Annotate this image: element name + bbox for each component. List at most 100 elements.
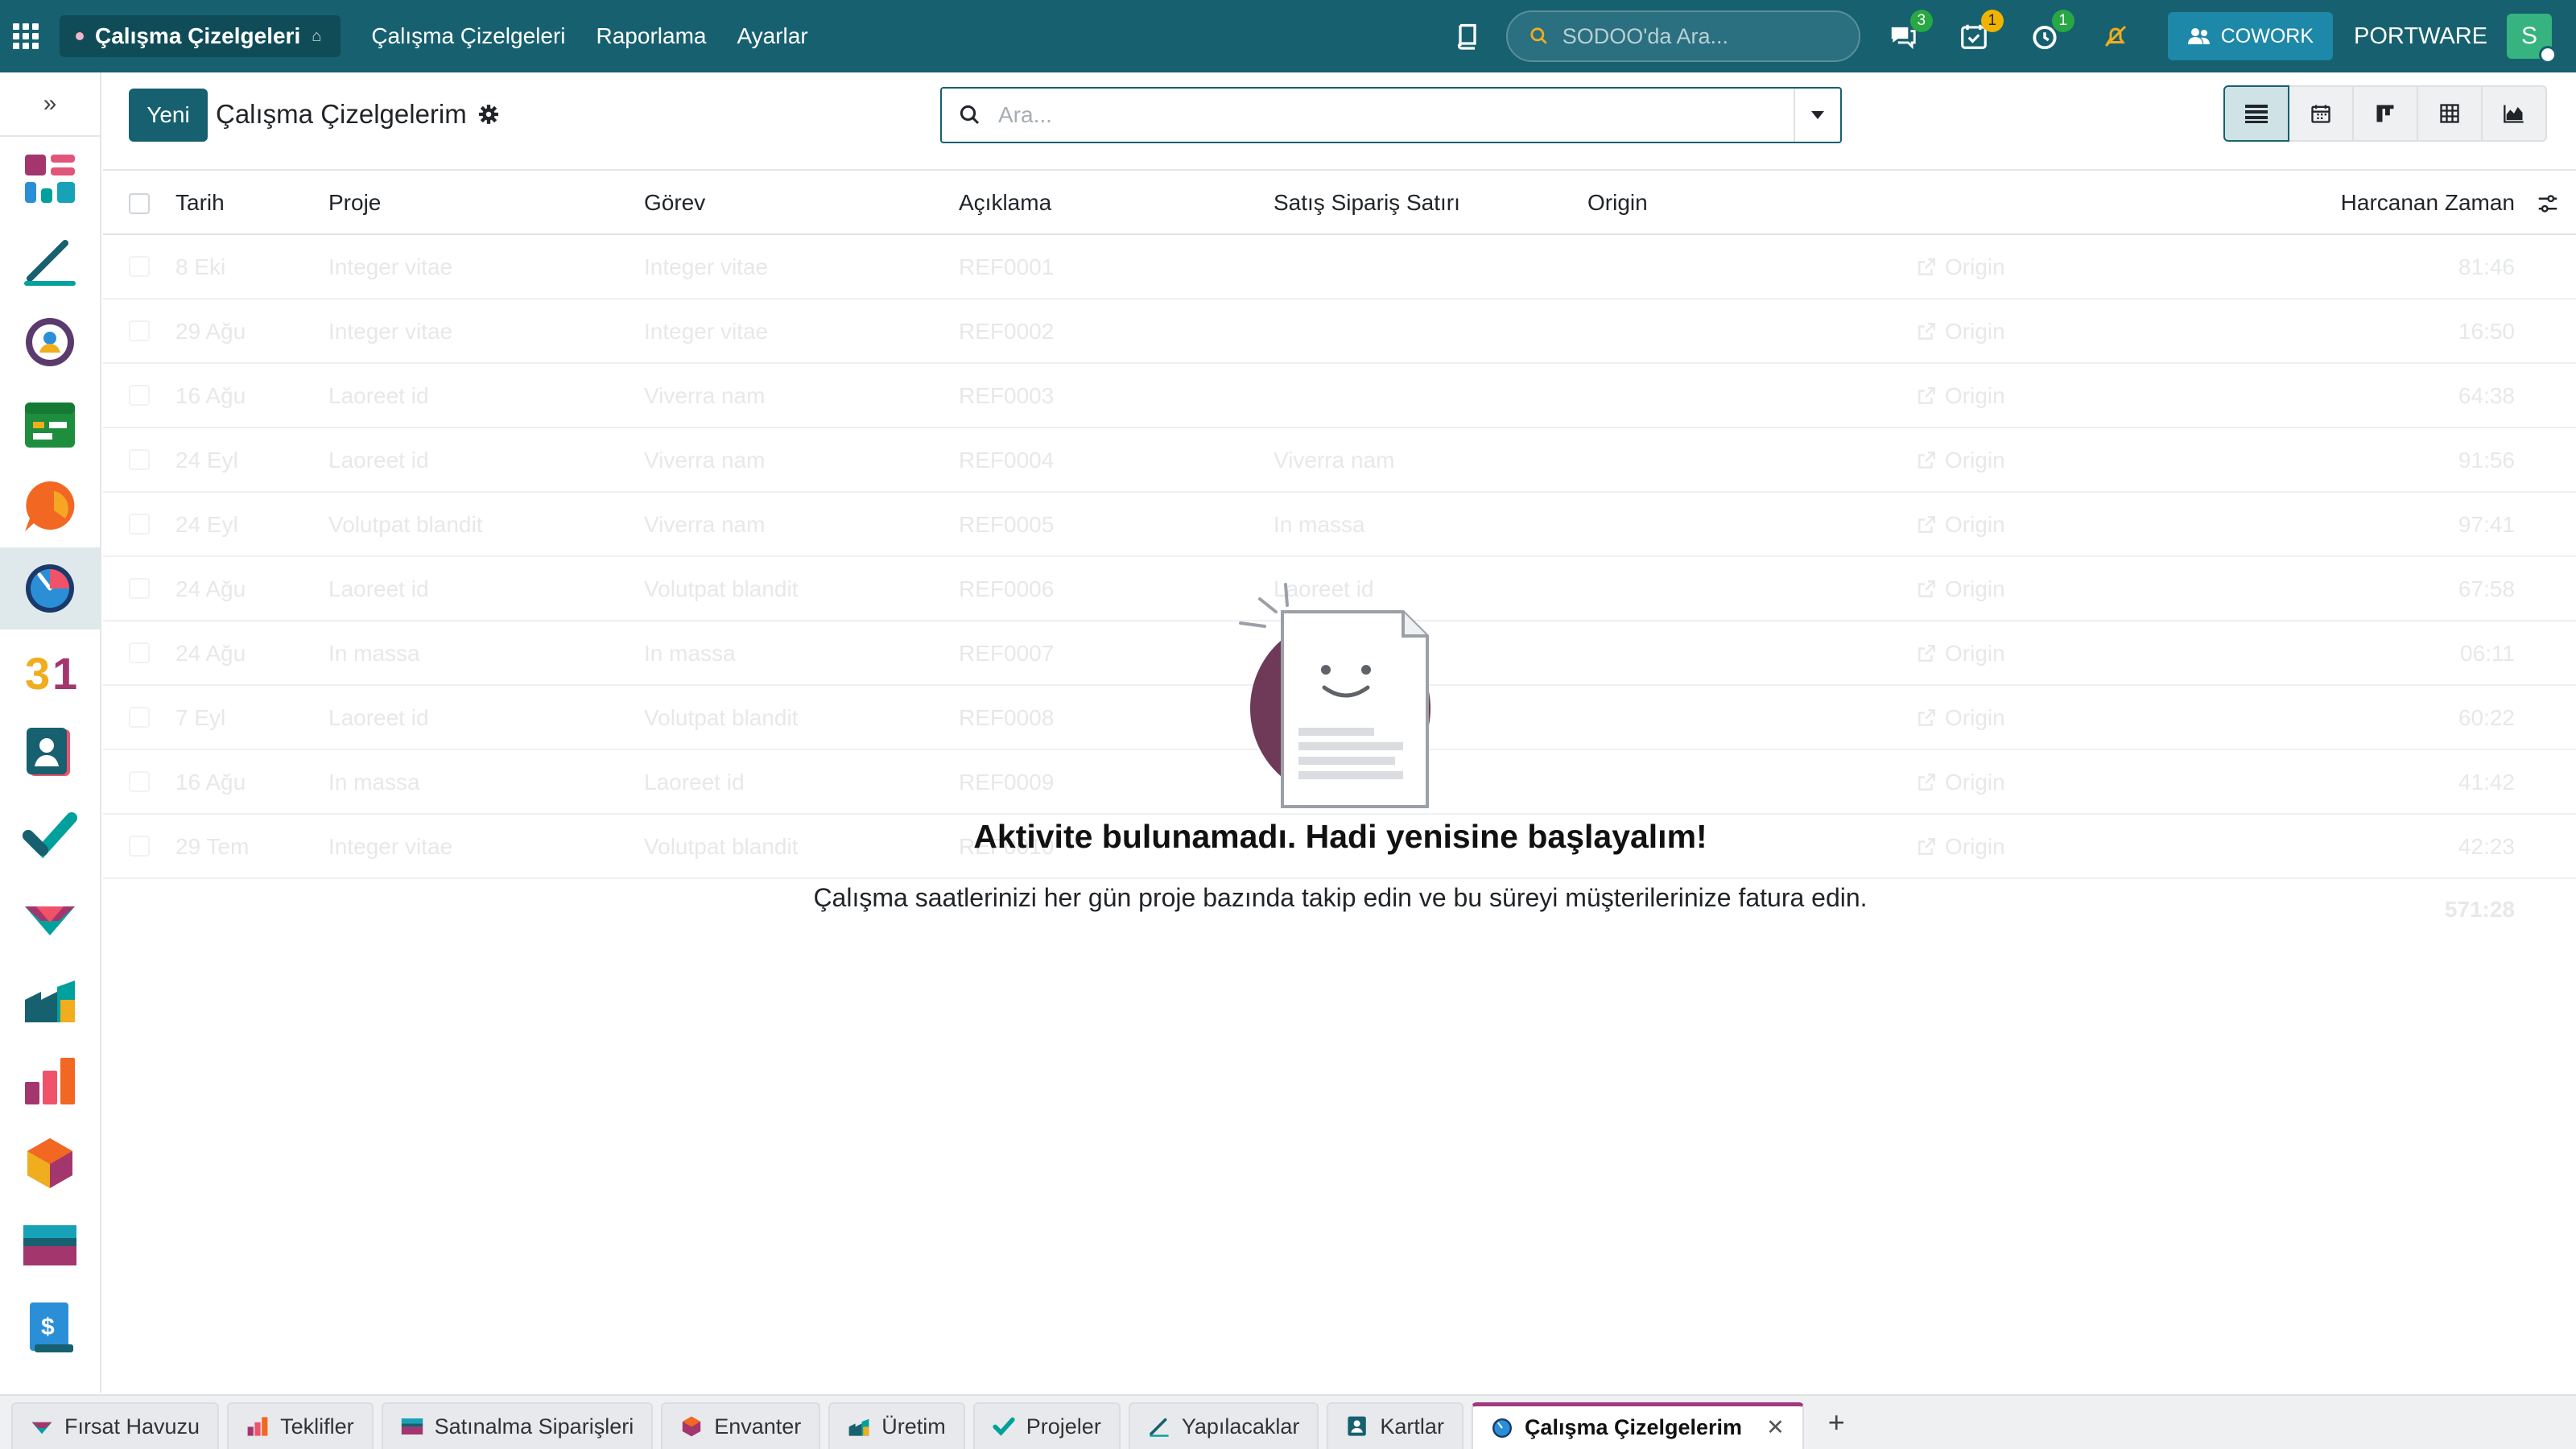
table-row[interactable]: 24 Eyl Volutpat blandit Viverra nam REF0005… [103,493,2576,557]
sidebar-item-crm[interactable] [0,876,100,958]
sidebar-item-sales[interactable] [0,1040,100,1122]
menu-timesheets[interactable]: Çalışma Çizelgeleri [371,23,565,49]
tab-todo[interactable]: Yapılacaklar [1128,1402,1319,1449]
search-icon [1530,27,1547,44]
row-checkbox[interactable] [129,642,150,663]
cowork-button[interactable]: COWORK [2167,12,2334,60]
row-origin-link[interactable]: Origin [1916,641,2005,667]
row-checkbox[interactable] [129,514,150,535]
tab-inventory[interactable]: Envanter [661,1402,821,1449]
row-time-spent: 67:58 [2458,576,2515,601]
tab-sales[interactable]: Teklifler [227,1402,374,1449]
row-checkbox[interactable] [129,320,150,341]
view-switcher [2223,85,2547,142]
row-checkbox[interactable] [129,836,150,857]
add-tab-icon[interactable]: + [1828,1406,1845,1439]
user-avatar[interactable]: S [2507,14,2557,64]
row-origin-link[interactable]: Origin [1916,576,2005,602]
home-icon: ⌂ [312,27,322,45]
row-origin-link[interactable]: Origin [1916,383,2005,409]
tab-purchase[interactable]: Satınalma Siparişleri [381,1402,654,1449]
list-view-button[interactable] [2223,85,2289,142]
table-row[interactable]: 8 Eki Integer vitae Integer vitae REF0001 Or… [103,235,2576,299]
menu-reporting[interactable]: Raporlama [597,23,707,49]
select-all-checkbox[interactable] [129,193,150,214]
sidebar-item-dashboard[interactable] [0,137,100,219]
tab-label: Yapılacaklar [1181,1414,1300,1439]
sidebar-item-invoicing[interactable]: $ [0,1286,100,1368]
sidebar-item-timesheets[interactable] [0,547,100,630]
kanban-view-button[interactable] [2352,85,2418,142]
activities-button[interactable]: 1 [1955,10,2004,55]
row-origin-link[interactable]: Origin [1916,770,2005,795]
row-checkbox[interactable] [129,256,150,277]
row-origin-link[interactable]: Origin [1916,705,2005,731]
pivot-view-button[interactable] [2417,85,2483,142]
tab-my-timesheets[interactable]: Çalışma Çizelgelerim ✕ [1471,1402,1804,1449]
row-origin-link[interactable]: Origin [1916,512,2005,538]
tab-label: Çalışma Çizelgelerim [1524,1415,1743,1439]
col-sale-order-line[interactable]: Satış Sipariş Satırı [1274,190,1460,216]
timer-button[interactable]: 1 [2026,10,2074,55]
planning-icon [25,402,75,448]
sidebar-item-planning[interactable] [0,383,100,465]
book-icon[interactable] [1453,22,1482,51]
col-project[interactable]: Proje [328,190,381,216]
global-search-input[interactable]: SODOO'da Ara... [1505,10,1860,62]
row-date: 29 Tem [175,834,250,859]
row-origin-link[interactable]: Origin [1916,254,2005,280]
row-description: REF0002 [959,319,1055,344]
close-icon[interactable]: ✕ [1766,1415,1785,1440]
table-row[interactable]: 29 Ağu Integer vitae Integer vitae REF0002 O… [103,299,2576,364]
team-circle-icon [26,318,74,366]
sidebar-toggle-icon[interactable]: » [0,72,100,137]
row-project: Integer vitae [328,834,453,859]
col-origin[interactable]: Origin [1587,190,1648,216]
col-date[interactable]: Tarih [175,190,225,216]
notifications-button[interactable] [2097,18,2134,55]
gear-icon[interactable] [478,104,499,125]
company-switcher[interactable]: PORTWARE [2354,23,2487,50]
row-checkbox[interactable] [129,771,150,792]
row-checkbox[interactable] [129,385,150,406]
search-options-toggle[interactable] [1794,89,1840,142]
status-indicator [2539,46,2557,64]
col-description[interactable]: Açıklama [959,190,1051,216]
row-origin-link[interactable]: Origin [1916,834,2005,860]
sidebar-item-calendar[interactable]: 31 [0,630,100,712]
row-checkbox[interactable] [129,707,150,728]
sidebar-item-manufacturing[interactable] [0,958,100,1040]
search-input[interactable] [998,91,1794,139]
sidebar-item-contacts[interactable] [0,712,100,794]
row-time-spent: 60:22 [2458,705,2515,730]
sidebar-item-team[interactable] [0,301,100,383]
sidebar-item-purchase[interactable] [0,1204,100,1286]
table-row[interactable]: 24 Eyl Laoreet id Viverra nam REF0004 Viverr… [103,428,2576,493]
tab-projects[interactable]: Projeler [972,1402,1121,1449]
new-button[interactable]: Yeni [129,89,208,142]
messages-button[interactable]: 3 [1885,10,1933,55]
row-date: 24 Ağu [175,641,246,666]
sidebar-item-discuss[interactable] [0,465,100,547]
tab-contacts[interactable]: Kartlar [1327,1402,1463,1449]
row-origin-link[interactable]: Origin [1916,319,2005,345]
sidebar-item-project[interactable] [0,794,100,876]
row-origin-link[interactable]: Origin [1916,448,2005,473]
col-time-spent[interactable]: Harcanan Zaman [2341,190,2515,216]
avatar-letter: S [2520,23,2537,49]
app-menu-icon[interactable] [0,0,52,72]
row-origin-label: Origin [1945,254,2005,279]
sidebar-item-inventory[interactable] [0,1122,100,1204]
col-task[interactable]: Görev [644,190,705,216]
table-row[interactable]: 16 Ağu Laoreet id Viverra nam REF0003 Origin… [103,364,2576,428]
row-checkbox[interactable] [129,578,150,599]
row-checkbox[interactable] [129,449,150,470]
calendar-view-button[interactable] [2288,85,2354,142]
sidebar-item-notes[interactable] [0,219,100,301]
current-app-button[interactable]: Çalışma Çizelgeleri ⌂ [60,15,341,57]
tab-crm[interactable]: Fırsat Havuzu [11,1402,220,1449]
optional-columns-icon[interactable] [2536,192,2560,216]
graph-view-button[interactable] [2481,85,2547,142]
tab-manufacturing[interactable]: Üretim [828,1402,965,1449]
menu-settings[interactable]: Ayarlar [737,23,807,49]
